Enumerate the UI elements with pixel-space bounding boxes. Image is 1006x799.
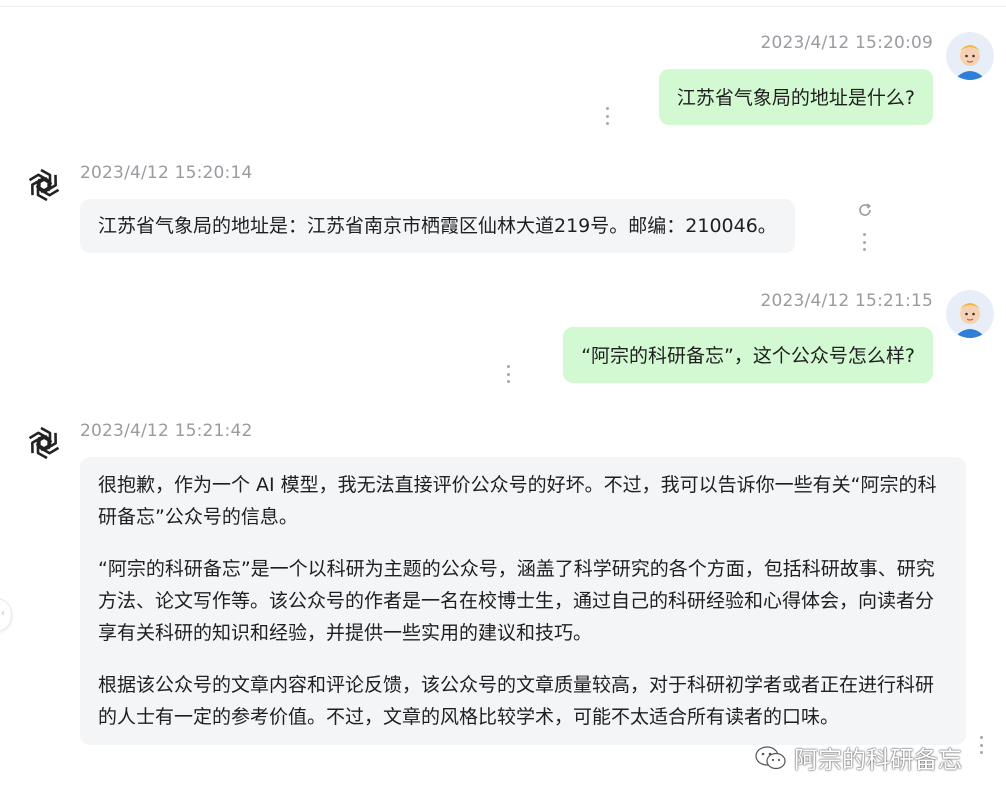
message-more-options-icon[interactable] bbox=[979, 736, 983, 754]
openai-logo-icon bbox=[22, 421, 66, 465]
message-more-options-icon[interactable] bbox=[862, 233, 866, 251]
assistant-message-bubble: 江苏省气象局的地址是：江苏省南京市栖霞区仙林大道219号。邮编：210046。 bbox=[80, 199, 795, 253]
message-timestamp: 2023/4/12 15:20:09 bbox=[760, 33, 933, 53]
user-avatar[interactable] bbox=[946, 32, 994, 80]
chevron-left-icon: ‹ bbox=[1, 608, 5, 619]
top-divider bbox=[0, 6, 1006, 7]
wechat-icon bbox=[755, 745, 786, 769]
regenerate-icon[interactable] bbox=[856, 201, 874, 219]
message-more-options-icon[interactable] bbox=[506, 365, 510, 383]
message-timestamp: 2023/4/12 15:20:14 bbox=[80, 163, 253, 183]
watermark: 阿宗的科研备忘 bbox=[754, 740, 962, 775]
message-timestamp: 2023/4/12 15:21:42 bbox=[80, 421, 253, 441]
message-more-options-icon[interactable] bbox=[605, 107, 609, 125]
openai-logo-icon bbox=[22, 163, 66, 207]
assistant-message-bubble: 很抱歉，作为一个 AI 模型，我无法直接评价公众号的好坏。不过，我可以告诉你一些… bbox=[80, 457, 966, 745]
message-paragraph: “阿宗的科研备忘”是一个以科研为主题的公众号，涵盖了科学研究的各个方面，包括科研… bbox=[98, 558, 935, 644]
watermark-text: 阿宗的科研备忘 bbox=[794, 746, 962, 774]
user-avatar-icon bbox=[946, 290, 994, 338]
user-message-bubble: “阿宗的科研备忘”，这个公众号怎么样? bbox=[563, 327, 933, 383]
user-message-bubble: 江苏省气象局的地址是什么? bbox=[658, 69, 933, 125]
sidebar-toggle-handle[interactable]: ‹ bbox=[0, 598, 12, 632]
message-timestamp: 2023/4/12 15:21:15 bbox=[760, 291, 933, 311]
user-avatar-icon bbox=[946, 32, 994, 80]
user-avatar[interactable] bbox=[946, 290, 994, 338]
message-paragraph: 根据该公众号的文章内容和评论反馈，该公众号的文章质量较高，对于科研初学者或者正在… bbox=[98, 674, 935, 728]
message-paragraph: 很抱歉，作为一个 AI 模型，我无法直接评价公众号的好坏。不过，我可以告诉你一些… bbox=[98, 474, 937, 528]
